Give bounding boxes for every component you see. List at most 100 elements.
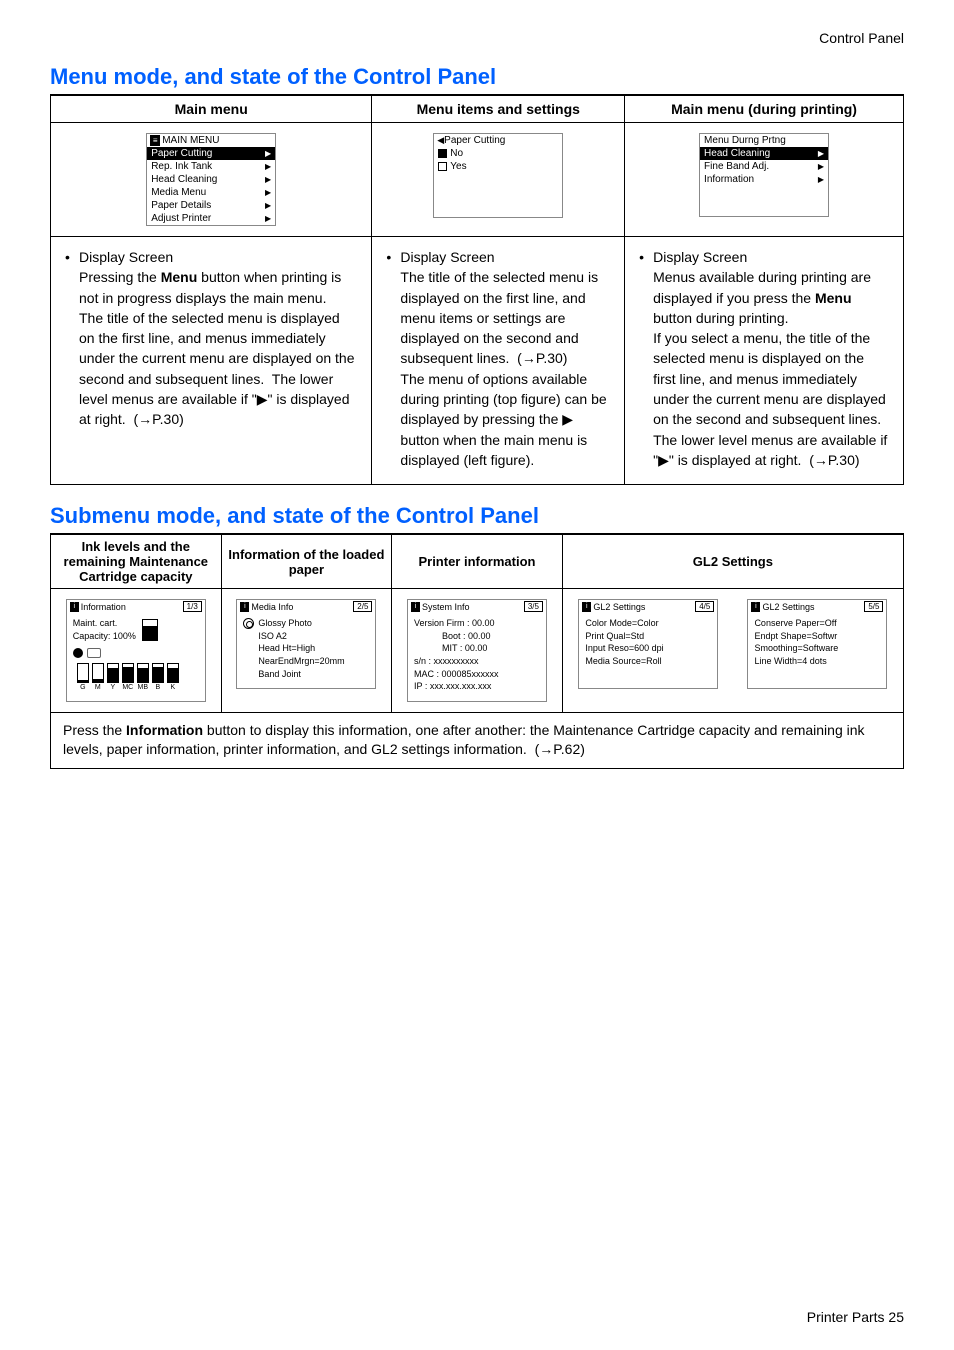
- info-panel-media: iMedia Info2/5 Glossy Photo ISO A2 Head …: [236, 599, 376, 689]
- maint-cart-capacity: Capacity: 100%: [73, 630, 136, 643]
- arrow-left-icon: ◀: [437, 135, 444, 146]
- info-title: Information: [81, 602, 126, 612]
- option-yes: Yes: [450, 161, 466, 172]
- panel-cell-paper-cutting: ◀Paper Cutting No Yes: [372, 123, 625, 237]
- gl2b-title: GL2 Settings: [762, 602, 814, 612]
- gl2a-title: GL2 Settings: [593, 602, 645, 612]
- info-panel-system: iSystem Info 3/5 Version Firm : 00.00 Boo…: [407, 599, 547, 702]
- arrow-right-icon: ▶: [818, 175, 824, 184]
- item-information: Information: [704, 174, 754, 185]
- panel-cell-main-menu: ≡MAIN MENU Paper Cutting ▶ Rep. Ink Tank ▶…: [51, 123, 372, 237]
- info-icon: i: [411, 602, 420, 612]
- gl2a-row3: Media Source=Roll: [585, 655, 711, 668]
- info-panel-gl2a: iGL2 Settings4/5 Color Mode=Color Print …: [578, 599, 718, 688]
- led-icon: [87, 648, 101, 658]
- page-indicator: 5/5: [864, 601, 883, 612]
- gl2a-row2: Input Reso=600 dpi: [585, 642, 711, 655]
- section2-heading: Submenu mode, and state of the Control P…: [50, 503, 904, 534]
- sys-row1: Boot : 00.00: [414, 630, 540, 643]
- item-rep-ink-tank: Rep. Ink Tank: [151, 161, 212, 172]
- panel-cell-during-printing: Menu Durng Prtng Head Cleaning ▶ Fine Ban…: [625, 123, 904, 237]
- col-header-printing: Main menu (during printing): [625, 96, 904, 123]
- panel-td-system: iSystem Info 3/5 Version Firm : 00.00 Boo…: [392, 589, 563, 713]
- gl2b-row1: Endpt Shape=Softwr: [754, 630, 880, 643]
- media-row4: Band Joint: [243, 668, 369, 681]
- sys-row5: IP : xxx.xxx.xxx.xxx: [414, 680, 540, 693]
- menu-icon: ≡: [150, 135, 160, 146]
- item-paper-cutting: Paper Cutting: [151, 148, 212, 159]
- main-menu-table: Main menu Menu items and settings Main m…: [50, 95, 904, 485]
- desc1-title: Display Screen: [79, 249, 173, 265]
- paper-cutting-panel: ◀Paper Cutting No Yes: [433, 133, 563, 218]
- printing-menu-panel: Menu Durng Prtng Head Cleaning ▶ Fine Ban…: [699, 133, 829, 217]
- item-adjust-printer: Adjust Printer: [151, 213, 211, 224]
- arrow-right-icon: ▶: [265, 149, 271, 158]
- item-fine-band: Fine Band Adj.: [704, 161, 769, 172]
- panel-td-media: iMedia Info2/5 Glossy Photo ISO A2 Head …: [221, 589, 392, 713]
- media-row0: Glossy Photo: [258, 618, 312, 628]
- page-indicator: 2/5: [353, 601, 372, 612]
- gl2b-row3: Line Width=4 dots: [754, 655, 880, 668]
- panel-td-ink: iInformation 1/3 Maint. cart. Capacity: 1…: [51, 589, 222, 713]
- page-indicator: 3/5: [524, 601, 543, 612]
- main-menu-panel: ≡MAIN MENU Paper Cutting ▶ Rep. Ink Tank ▶…: [146, 133, 276, 226]
- gl2a-row0: Color Mode=Color: [585, 617, 711, 630]
- sub-header-paper: Information of the loaded paper: [221, 535, 392, 589]
- sub-header-gl2: GL2 Settings: [562, 535, 903, 589]
- item-media-menu: Media Menu: [151, 187, 206, 198]
- item-head-cleaning-2: Head Cleaning: [704, 148, 770, 159]
- tank-labels: G M Y MC MB B K: [73, 683, 199, 693]
- info-icon: i: [70, 602, 79, 612]
- info-icon: i: [240, 602, 249, 612]
- page-header: Control Panel: [50, 30, 904, 46]
- arrow-right-icon: ▶: [265, 201, 271, 210]
- col-header-menu-items: Menu items and settings: [372, 96, 625, 123]
- desc-main-menu: Display Screen Pressing the Menu button …: [51, 237, 372, 485]
- media-row1: ISO A2: [243, 630, 369, 643]
- submenu-footer-text: Press the Information button to display …: [51, 712, 904, 768]
- gl2b-row2: Smoothing=Software: [754, 642, 880, 655]
- maint-cartridge-icon: [142, 619, 158, 641]
- info-icon: i: [751, 602, 760, 612]
- arrow-right-icon: ▶: [265, 175, 271, 184]
- info-icon: i: [582, 602, 591, 612]
- roll-icon: [243, 618, 254, 629]
- info-panel-ink: iInformation 1/3 Maint. cart. Capacity: 1…: [66, 599, 206, 702]
- arrow-right-icon: ▶: [265, 214, 271, 223]
- desc2-title: Display Screen: [400, 249, 494, 265]
- item-paper-details: Paper Details: [151, 200, 211, 211]
- arrow-right-icon: ▶: [265, 188, 271, 197]
- arrow-right-icon: ▶: [265, 162, 271, 171]
- checkbox-icon: [438, 162, 447, 171]
- sys-row4: MAC : 000085xxxxxx: [414, 668, 540, 681]
- section1-heading: Menu mode, and state of the Control Pane…: [50, 64, 904, 95]
- arrow-right-icon: ▶: [818, 162, 824, 171]
- page-footer: Printer Parts 25: [807, 1309, 904, 1325]
- gl2a-row1: Print Qual=Std: [585, 630, 711, 643]
- gl2b-row0: Conserve Paper=Off: [754, 617, 880, 630]
- desc-menu-items: Display Screen The title of the selected…: [372, 237, 625, 485]
- sub-header-ink: Ink levels and the remaining Maintenance…: [51, 535, 222, 589]
- printing-menu-title: Menu Durng Prtng: [704, 135, 786, 146]
- sys-row0: Version Firm : 00.00: [414, 617, 540, 630]
- info-panel-gl2b: iGL2 Settings 5/5 Conserve Paper=Off Endp…: [747, 599, 887, 688]
- system-title: System Info: [422, 602, 470, 612]
- paper-cutting-title: Paper Cutting: [444, 135, 505, 146]
- desc3-title: Display Screen: [653, 249, 747, 265]
- col-header-main-menu: Main menu: [51, 96, 372, 123]
- main-menu-title: MAIN MENU: [162, 135, 219, 146]
- dot-icon: [73, 648, 83, 658]
- media-row3: NearEndMrgn=20mm: [243, 655, 369, 668]
- page-indicator: 1/3: [183, 601, 202, 612]
- sys-row2: MIT : 00.00: [414, 642, 540, 655]
- submenu-table: Ink levels and the remaining Maintenance…: [50, 534, 904, 769]
- ink-tanks: [73, 663, 199, 683]
- item-head-cleaning: Head Cleaning: [151, 174, 217, 185]
- media-title: Media Info: [251, 602, 293, 612]
- sub-header-printer: Printer information: [392, 535, 563, 589]
- maint-cart-label: Maint. cart.: [73, 617, 136, 630]
- arrow-right-icon: ▶: [818, 149, 824, 158]
- checkbox-icon: [438, 149, 447, 158]
- desc-during-printing: Display Screen Menus available during pr…: [625, 237, 904, 485]
- sys-row3: s/n : xxxxxxxxxx: [414, 655, 540, 668]
